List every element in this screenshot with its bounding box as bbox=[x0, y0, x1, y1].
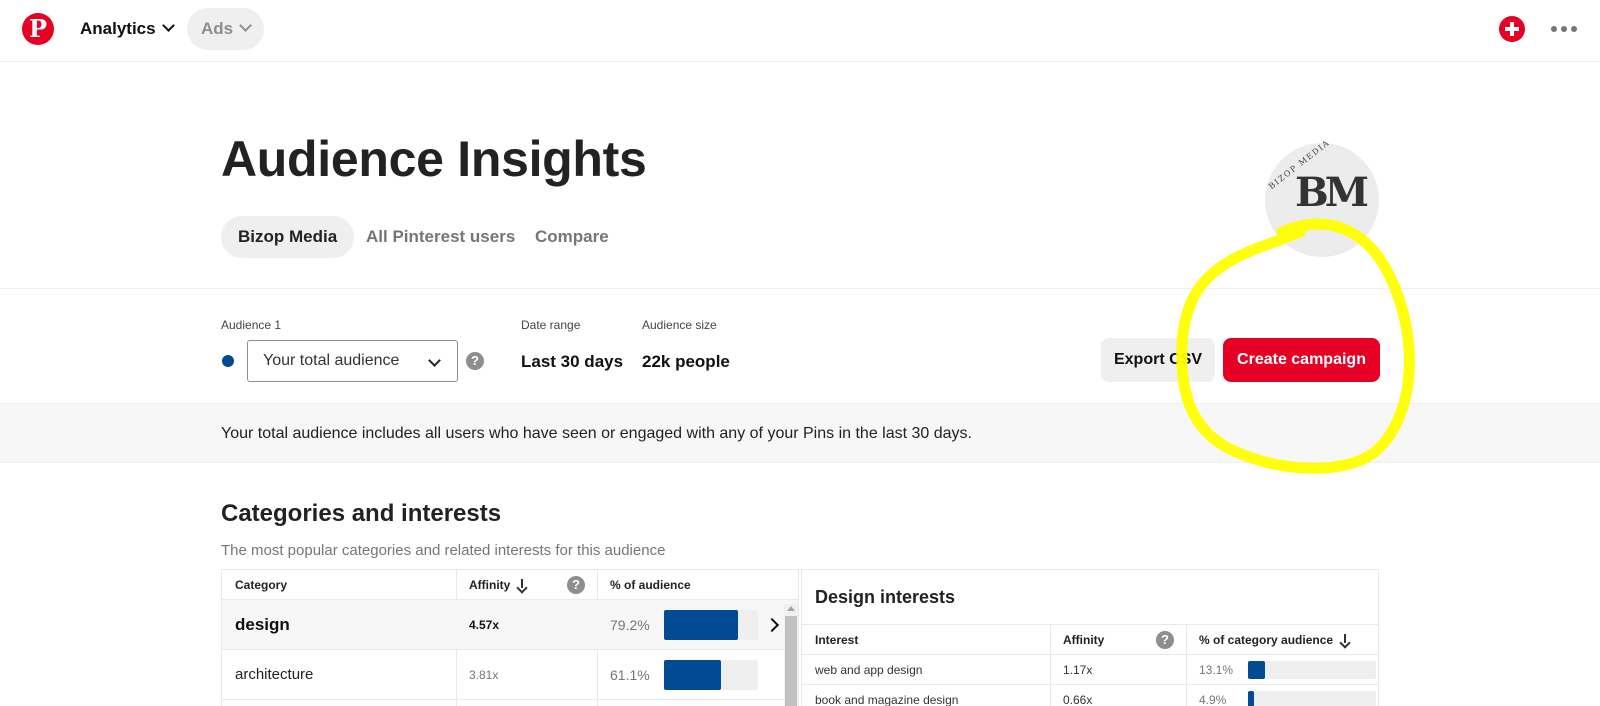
ads-menu-label: Ads bbox=[201, 19, 234, 38]
page-title: Audience Insights bbox=[221, 131, 647, 187]
percent-bar bbox=[664, 660, 758, 690]
column-header-category[interactable]: Category bbox=[222, 570, 456, 599]
pinterest-logo-icon[interactable]: P bbox=[22, 13, 54, 45]
audience-select[interactable]: Your total audience bbox=[247, 340, 458, 382]
sort-down-icon bbox=[1340, 633, 1350, 646]
categories-title: Categories and interests bbox=[221, 500, 502, 527]
column-header-percent[interactable]: % of audience bbox=[597, 570, 797, 599]
chevron-down-icon bbox=[161, 19, 175, 32]
tab-bizop-media[interactable]: Bizop Media bbox=[221, 216, 355, 258]
help-icon[interactable]: ? bbox=[567, 576, 585, 594]
date-range-label: Date range bbox=[521, 318, 581, 332]
help-icon[interactable]: ? bbox=[1156, 631, 1174, 649]
audience-size-value: 22k people bbox=[642, 352, 730, 371]
interests-table: Design interests Interest Affinity ? % o… bbox=[801, 569, 1379, 706]
table-row[interactable]: architecture 3.81x 61.1% bbox=[222, 650, 798, 700]
interests-title-row: Design interests bbox=[802, 570, 1378, 625]
interest-affinity: 1.17x bbox=[1063, 662, 1093, 677]
audience-color-dot bbox=[222, 355, 234, 367]
analytics-menu[interactable]: Analytics bbox=[64, 8, 189, 50]
categories-subtitle: The most popular categories and related … bbox=[221, 542, 666, 559]
table-row[interactable]: web and app design 1.17x 13.1% bbox=[802, 655, 1378, 685]
interests-title: Design interests bbox=[815, 586, 956, 607]
audience-label: Audience 1 bbox=[221, 318, 282, 332]
interest-percent: 4.9% bbox=[1199, 693, 1227, 706]
date-range-value: Last 30 days bbox=[521, 352, 624, 371]
chevron-right-icon[interactable] bbox=[764, 617, 780, 633]
interest-name: web and app design bbox=[815, 662, 923, 677]
category-name: architecture bbox=[235, 666, 314, 683]
divider bbox=[0, 288, 1600, 289]
interest-percent: 13.1% bbox=[1199, 662, 1234, 677]
percent-bar bbox=[664, 610, 758, 640]
percent-bar bbox=[1248, 661, 1376, 679]
chevron-down-icon bbox=[239, 19, 252, 32]
audience-description: Your total audience includes all users w… bbox=[221, 425, 972, 442]
audience-description-band: Your total audience includes all users w… bbox=[0, 403, 1600, 463]
sort-down-icon bbox=[517, 578, 527, 591]
category-percent: 61.1% bbox=[610, 666, 650, 683]
audience-size-label: Audience size bbox=[642, 318, 717, 332]
category-affinity: 3.81x bbox=[469, 667, 499, 682]
categories-table: Category Affinity ? % of audience design… bbox=[221, 569, 799, 706]
table-scrollbar[interactable] bbox=[784, 604, 798, 706]
interest-name: book and magazine design bbox=[815, 693, 959, 706]
column-header-category-percent[interactable]: % of category audience bbox=[1186, 625, 1378, 654]
audience-select-value: Your total audience bbox=[263, 352, 400, 369]
category-name: design bbox=[235, 614, 290, 634]
export-csv-button[interactable]: Export CSV bbox=[1101, 338, 1215, 382]
more-options-icon[interactable] bbox=[1551, 19, 1577, 39]
interest-affinity: 0.66x bbox=[1063, 693, 1093, 706]
category-percent: 79.2% bbox=[610, 616, 650, 633]
chevron-down-icon bbox=[428, 354, 441, 367]
create-plus-icon[interactable] bbox=[1499, 16, 1525, 42]
table-row[interactable]: design 4.57x 79.2% bbox=[222, 600, 798, 650]
scrollbar-thumb[interactable] bbox=[785, 616, 797, 706]
create-campaign-button[interactable]: Create campaign bbox=[1223, 338, 1380, 382]
tab-compare[interactable]: Compare bbox=[535, 216, 609, 258]
tab-all-pinterest-users[interactable]: All Pinterest users bbox=[366, 216, 515, 258]
ads-menu[interactable]: Ads bbox=[187, 8, 265, 50]
table-row[interactable]: book and magazine design 0.66x 4.9% bbox=[802, 685, 1378, 706]
avatar[interactable]: BIZOP MEDIA BM bbox=[1265, 138, 1379, 257]
table-header-row: Interest Affinity ? % of category audien… bbox=[802, 625, 1378, 655]
column-header-interest[interactable]: Interest bbox=[802, 625, 1050, 654]
category-affinity: 4.57x bbox=[469, 617, 500, 632]
help-icon[interactable]: ? bbox=[466, 352, 484, 370]
percent-bar bbox=[1248, 691, 1376, 706]
avatar-monogram: BM bbox=[1295, 169, 1369, 216]
analytics-menu-label: Analytics bbox=[80, 19, 156, 38]
scroll-up-icon[interactable] bbox=[787, 606, 795, 611]
top-nav: P Analytics Ads bbox=[0, 0, 1600, 62]
table-header-row: Category Affinity ? % of audience bbox=[222, 570, 798, 600]
